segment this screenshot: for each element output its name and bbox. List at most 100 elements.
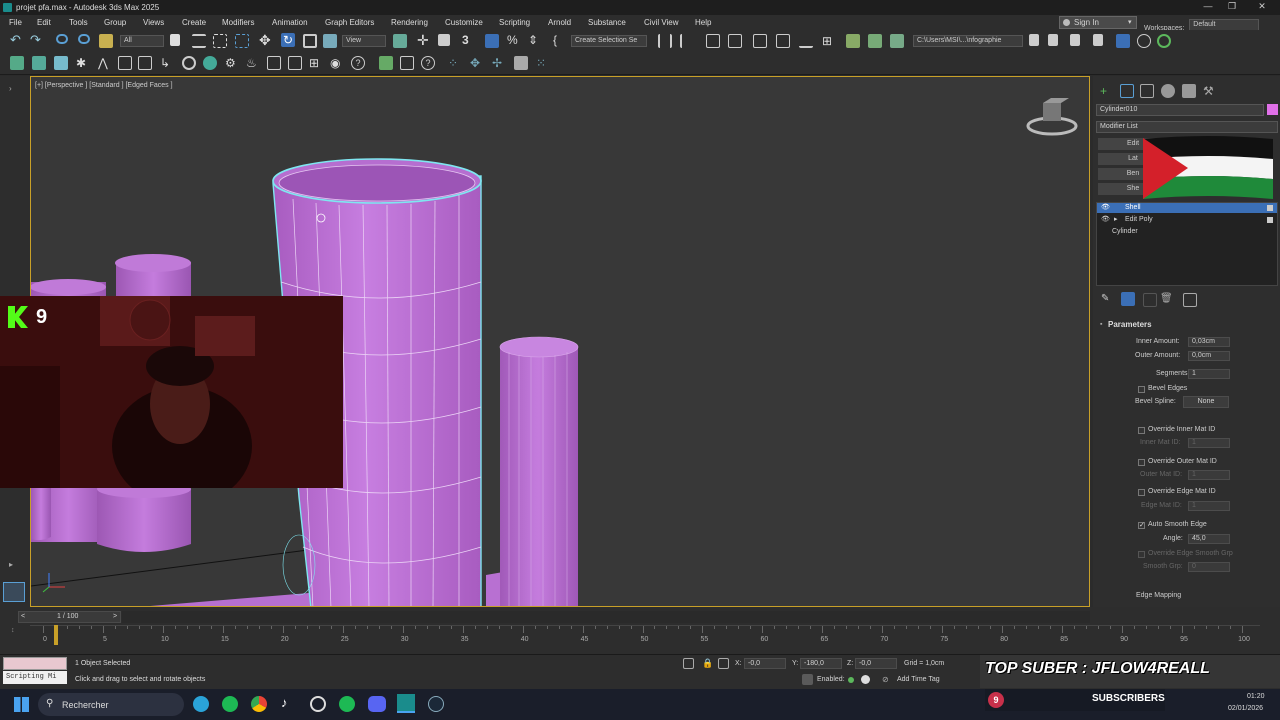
schematic-view-icon[interactable] <box>799 34 813 48</box>
timeline-toggle-icon[interactable]: ↕ <box>11 627 15 634</box>
menu-edit[interactable]: Edit <box>37 18 51 27</box>
placement-icon[interactable] <box>323 34 337 48</box>
inner-mat-id-spinner[interactable]: 1 <box>1188 438 1230 448</box>
viewport-layout-tab[interactable] <box>3 582 25 602</box>
cameras-icon[interactable]: ✱ <box>76 56 90 70</box>
3ds-max-icon[interactable] <box>397 694 415 713</box>
override-outer-checkbox[interactable] <box>1138 459 1145 466</box>
stack-item-edit-poly[interactable]: 👁 ▸ Edit Poly <box>1097 215 1277 225</box>
project-folder-icon[interactable] <box>1029 34 1039 46</box>
enabled-indicator-icon[interactable] <box>848 677 854 683</box>
viewcube[interactable] <box>1026 98 1078 136</box>
segments-spinner[interactable]: 1 <box>1188 369 1230 379</box>
mirror-icon[interactable] <box>658 34 672 48</box>
render-production-icon[interactable] <box>890 34 904 48</box>
shapes-icon[interactable] <box>32 56 46 70</box>
help-icon[interactable] <box>1137 34 1151 48</box>
unlink-icon[interactable] <box>78 34 90 44</box>
edge-mat-id-spinner[interactable]: 1 <box>1188 501 1230 511</box>
menu-create[interactable]: Create <box>182 18 206 27</box>
windows-start-icon[interactable] <box>14 697 29 712</box>
expand-icon[interactable]: ▸ <box>9 560 13 569</box>
lock-icon[interactable]: 🔒 <box>702 658 716 672</box>
z-coordinate-field[interactable]: -0,0 <box>855 658 897 669</box>
isolate-selection-icon[interactable] <box>683 658 694 669</box>
edge-browser-icon[interactable] <box>193 696 209 712</box>
rollout-collapse-icon[interactable]: ▪ <box>1100 321 1102 328</box>
outer-mat-id-spinner[interactable]: 1 <box>1188 470 1230 480</box>
modifier-list-select[interactable]: Modifier List <box>1096 121 1278 133</box>
open-icon[interactable] <box>1048 34 1058 46</box>
pivot-center-icon[interactable] <box>393 34 407 48</box>
create-geometry-icon[interactable] <box>10 56 24 70</box>
bind-space-warp-icon[interactable] <box>99 34 113 48</box>
menu-civil-view[interactable]: Civil View <box>644 18 679 27</box>
show-end-result-icon[interactable] <box>1121 292 1135 306</box>
object-name-field[interactable]: Cylinder010 <box>1096 104 1264 116</box>
stack-item-shell[interactable]: 👁 Shell <box>1097 203 1277 213</box>
redo-icon[interactable]: ↷ <box>30 33 44 48</box>
align-icon[interactable] <box>680 34 694 48</box>
stack-toggle-icon[interactable] <box>1267 205 1273 211</box>
isolate-icon[interactable]: ↳ <box>160 56 174 70</box>
toggle-icon[interactable] <box>861 675 870 684</box>
element-icon[interactable]: ⁙ <box>536 56 550 70</box>
discord-icon[interactable] <box>368 696 386 712</box>
polygon-icon[interactable] <box>514 56 528 70</box>
collapse-icon[interactable]: › <box>9 84 12 93</box>
edit-named-selection-icon[interactable]: { <box>553 33 567 47</box>
keyboard-shortcut-icon[interactable] <box>438 34 450 46</box>
scene-explorer-icon[interactable] <box>706 34 720 48</box>
y-coordinate-field[interactable]: -180,0 <box>800 658 842 669</box>
dots-icon[interactable]: ⁘ <box>448 56 462 70</box>
motion-tab-icon[interactable] <box>1161 84 1175 98</box>
spacewarps-icon[interactable] <box>118 56 132 70</box>
menu-file[interactable]: File <box>9 18 22 27</box>
override-smooth-checkbox[interactable] <box>1138 551 1145 558</box>
maxscript-listener[interactable] <box>3 657 67 670</box>
expand-arrow-icon[interactable]: ▸ <box>1114 215 1118 223</box>
render-setup-icon[interactable] <box>846 34 860 48</box>
adaptive-degradation-icon[interactable] <box>802 674 813 685</box>
move-icon[interactable]: ✥ <box>259 33 273 47</box>
bevel-spline-button[interactable]: None <box>1183 396 1229 408</box>
undo-icon[interactable]: ↶ <box>10 33 24 48</box>
stack-item-cylinder[interactable]: Cylinder <box>1097 227 1277 237</box>
import-icon[interactable] <box>1093 34 1103 46</box>
menu-group[interactable]: Group <box>104 18 126 27</box>
selection-filter-select[interactable]: All <box>120 35 164 47</box>
group-icon[interactable] <box>267 56 281 70</box>
material-editor-icon[interactable]: ⊞ <box>822 34 836 48</box>
close-button[interactable]: ✕ <box>1250 1 1274 14</box>
snaps-toggle-icon[interactable]: 3 <box>462 33 476 47</box>
outer-amount-spinner[interactable]: 0,0cm <box>1188 351 1230 361</box>
menu-help[interactable]: Help <box>695 18 711 27</box>
object-color-swatch[interactable] <box>1267 104 1278 115</box>
utilities-tab-icon[interactable]: ⚒ <box>1203 84 1217 98</box>
teapot-icon[interactable] <box>182 56 196 70</box>
eye-icon[interactable]: ◉ <box>330 56 344 70</box>
time-slider-track[interactable] <box>122 611 1090 623</box>
minimize-button[interactable]: — <box>1196 1 1220 14</box>
vertex-icon[interactable]: ✥ <box>470 56 484 70</box>
absolute-mode-icon[interactable] <box>718 658 729 669</box>
menu-arnold[interactable]: Arnold <box>548 18 571 27</box>
layer-explorer-icon[interactable] <box>728 34 742 48</box>
tiktok-icon[interactable]: ♪ <box>281 695 288 710</box>
bevel-edges-checkbox[interactable] <box>1138 386 1145 393</box>
steam-icon[interactable] <box>428 696 444 712</box>
scale-icon[interactable] <box>303 34 317 48</box>
parameters-rollout-title[interactable]: Parameters <box>1108 320 1152 329</box>
time-slider[interactable]: < 1 / 100 > <box>18 611 121 623</box>
menu-tools[interactable]: Tools <box>69 18 88 27</box>
viewport-label[interactable]: [+] [Perspective ] [Standard ] [Edged Fa… <box>35 82 173 89</box>
display-tab-icon[interactable] <box>1182 84 1196 98</box>
eye-icon[interactable]: 👁 <box>1101 215 1110 223</box>
spinner-snap-icon[interactable]: ⇕ <box>528 33 542 47</box>
obs-icon[interactable] <box>310 696 326 712</box>
menu-graph-editors[interactable]: Graph Editors <box>325 18 374 27</box>
helpers-icon[interactable]: ⋀ <box>98 56 112 70</box>
stack-toggle-icon[interactable] <box>1267 217 1273 223</box>
tree-icon[interactable] <box>379 56 393 70</box>
menu-views[interactable]: Views <box>143 18 164 27</box>
